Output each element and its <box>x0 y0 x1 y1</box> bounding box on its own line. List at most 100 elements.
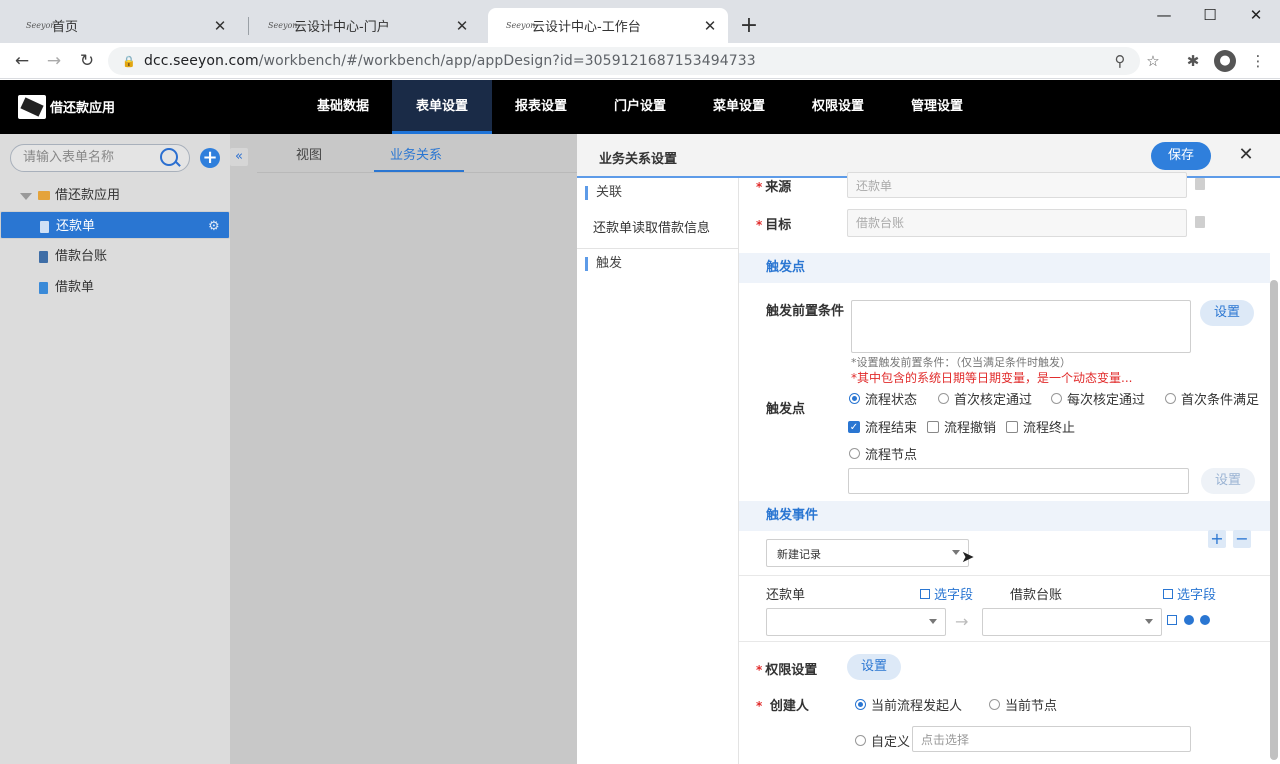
divider <box>739 575 1270 576</box>
seeyon-logo-icon: Seeyon <box>26 20 56 30</box>
section-relation: 关联 <box>585 186 622 200</box>
search-icon[interactable] <box>160 148 178 166</box>
source-field-select[interactable] <box>766 608 946 636</box>
extensions-icon[interactable]: ✱ <box>1183 51 1203 71</box>
maximize-icon[interactable]: ☐ <box>1196 6 1224 24</box>
tab-view[interactable]: 视图 <box>296 144 322 172</box>
close-tab-icon[interactable]: ✕ <box>702 17 718 35</box>
back-arrow-icon[interactable]: ← <box>10 49 34 73</box>
drawer-scrollbar[interactable] <box>1270 280 1278 760</box>
permission-set-button[interactable]: 设置 <box>847 654 901 680</box>
collapse-left-icon[interactable]: « <box>230 148 248 166</box>
new-tab-button[interactable]: + <box>738 12 760 40</box>
radio-first-condition[interactable]: 首次条件满足 <box>1165 389 1259 408</box>
tree-item-loan-form[interactable]: 借款单 <box>0 273 230 303</box>
radio-icon[interactable] <box>1165 393 1176 404</box>
radio-icon[interactable] <box>855 699 866 710</box>
minimize-icon[interactable]: — <box>1150 6 1178 24</box>
select-field-left-button[interactable]: 选字段 <box>920 584 973 603</box>
radio-current-initiator[interactable]: 当前流程发起人 <box>855 695 962 714</box>
pre-condition-textarea[interactable] <box>851 300 1191 353</box>
browser-tab-home[interactable]: Seeyon 首页 ✕ <box>8 8 238 43</box>
check-flow-revoke[interactable]: 流程撤销 <box>927 417 996 436</box>
add-event-icon[interactable]: + <box>1208 530 1226 548</box>
seeyon-logo-icon: Seeyon <box>268 20 298 30</box>
address-bar[interactable]: 🔒 dcc.seeyon.com/workbench/#/workbench/a… <box>108 47 1140 75</box>
pre-condition-label: 触发前置条件 <box>766 304 845 319</box>
save-button[interactable]: 保存 <box>1151 142 1211 170</box>
radio-icon[interactable] <box>1051 393 1062 404</box>
radio-icon[interactable] <box>849 448 860 459</box>
close-tab-icon[interactable]: ✕ <box>212 17 228 35</box>
flow-node-set-button[interactable]: 设置 <box>1201 468 1255 494</box>
caret-down-icon[interactable] <box>20 193 32 200</box>
lock-icon: 🔒 <box>122 54 136 68</box>
radio-icon[interactable] <box>989 699 1000 710</box>
tab-business-relation[interactable]: 业务关系 <box>390 144 442 172</box>
menu-admin-settings[interactable]: 管理设置 <box>896 80 978 134</box>
browser-tab-workbench[interactable]: Seeyon 云设计中心-工作台 ✕ <box>488 8 728 43</box>
reload-icon[interactable]: ↻ <box>75 49 99 73</box>
close-window-icon[interactable]: ✕ <box>1242 6 1270 24</box>
browser-tab-strip: Seeyon 首页 ✕ Seeyon 云设计中心-门户 ✕ Seeyon 云设计… <box>0 0 1280 43</box>
radio-icon[interactable] <box>855 735 866 746</box>
radio-each-approval[interactable]: 每次核定通过 <box>1051 389 1145 408</box>
browser-tab-portal[interactable]: Seeyon 云设计中心-门户 ✕ <box>250 8 480 43</box>
close-drawer-icon[interactable]: ✕ <box>1236 144 1256 166</box>
remove-event-icon[interactable]: − <box>1233 530 1251 548</box>
pre-condition-set-button[interactable]: 设置 <box>1200 300 1254 326</box>
forward-arrow-icon[interactable]: → <box>42 49 66 73</box>
flow-node-input[interactable] <box>848 468 1189 494</box>
star-icon[interactable]: ☆ <box>1143 51 1163 71</box>
profile-avatar-icon[interactable]: ● <box>1214 50 1236 72</box>
app-name: 借还款应用 <box>50 101 116 116</box>
remove-row-icon[interactable] <box>1200 615 1210 625</box>
menu-menu-settings[interactable]: 菜单设置 <box>698 80 780 134</box>
tree-item-repayment[interactable]: 还款单 ⚙ <box>0 211 230 239</box>
menu-basic-data[interactable]: 基础数据 <box>300 80 386 134</box>
tree-folder-app[interactable]: 借还款应用 <box>0 181 230 211</box>
add-form-button[interactable]: + <box>200 148 220 168</box>
check-flow-terminate[interactable]: 流程终止 <box>1006 417 1075 436</box>
trigger-point-header: 触发点 <box>739 253 1270 283</box>
checkbox-icon[interactable] <box>1006 420 1018 433</box>
document-icon[interactable] <box>1195 178 1205 190</box>
more-menu-icon[interactable]: ⋮ <box>1248 51 1268 71</box>
gear-icon[interactable]: ⚙ <box>208 212 220 242</box>
radio-first-approval[interactable]: 首次核定通过 <box>938 389 1032 408</box>
tree-item-loan-ledger[interactable]: 借款台账 <box>0 242 230 272</box>
copy-icon[interactable] <box>1167 615 1177 625</box>
radio-flow-node[interactable]: 流程节点 <box>849 444 917 463</box>
menu-permission-settings[interactable]: 权限设置 <box>797 80 879 134</box>
menu-report-settings[interactable]: 报表设置 <box>500 80 582 134</box>
event-type-select[interactable]: 新建记录 <box>766 539 969 567</box>
radio-icon[interactable] <box>938 393 949 404</box>
checkbox-checked-icon[interactable]: ✓ <box>848 420 860 433</box>
creator-label: * 创建人 <box>756 699 809 714</box>
select-field-right-button[interactable]: 选字段 <box>1163 584 1216 603</box>
menu-portal-settings[interactable]: 门户设置 <box>600 80 680 134</box>
zoom-icon[interactable]: ⚲ <box>1110 51 1130 71</box>
tree-label: 借款台账 <box>55 249 108 264</box>
relation-item[interactable]: 还款单读取借款信息 <box>593 217 710 236</box>
add-row-icon[interactable] <box>1184 615 1194 625</box>
chevron-down-icon <box>929 619 937 624</box>
custom-creator-input[interactable]: 点击选择 <box>912 726 1191 752</box>
tree-label: 还款单 <box>56 219 96 234</box>
form-design-area <box>230 134 577 764</box>
check-flow-end[interactable]: ✓ 流程结束 <box>848 417 917 436</box>
browser-tab-title: 首页 <box>52 20 79 35</box>
app-logo-icon <box>18 95 46 119</box>
browser-tab-title: 云设计中心-工作台 <box>532 20 641 35</box>
document-icon[interactable] <box>1195 216 1205 228</box>
target-label: * 目标 <box>756 218 792 233</box>
tree-label: 借款单 <box>55 280 95 295</box>
radio-current-node[interactable]: 当前节点 <box>989 695 1057 714</box>
menu-form-settings[interactable]: 表单设置 <box>392 80 492 134</box>
radio-flow-status[interactable]: 流程状态 <box>849 389 917 408</box>
close-tab-icon[interactable]: ✕ <box>454 17 470 35</box>
radio-icon[interactable] <box>849 393 860 404</box>
checkbox-icon[interactable] <box>927 420 939 433</box>
target-field-select[interactable] <box>982 608 1162 636</box>
radio-custom[interactable]: 自定义 <box>855 731 910 750</box>
